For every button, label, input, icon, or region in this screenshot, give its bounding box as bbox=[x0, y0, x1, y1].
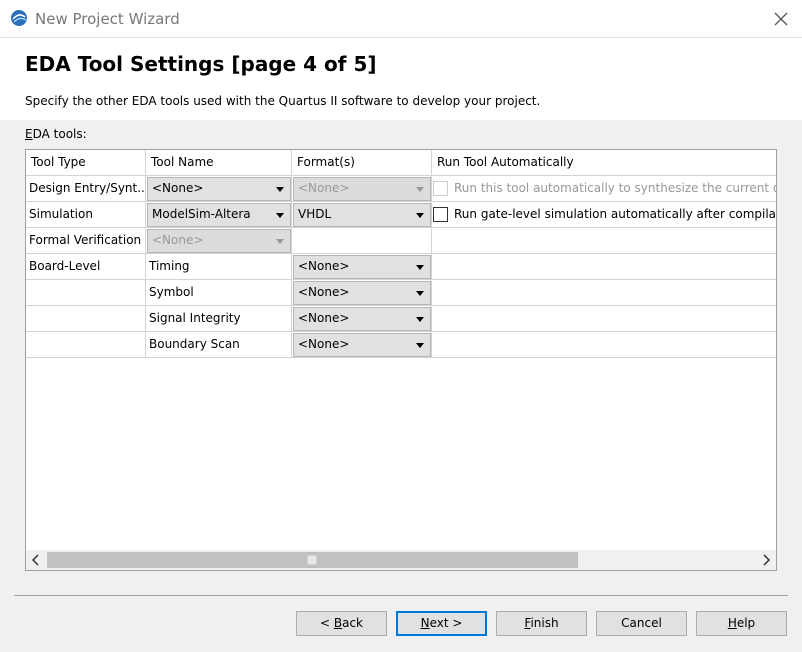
run-gate-level-simulation-label[interactable]: Run gate-level simulation automatically … bbox=[454, 207, 776, 221]
tool-name-dropdown[interactable]: <None> bbox=[147, 177, 291, 201]
scroll-right-icon[interactable] bbox=[756, 550, 776, 570]
table-row-tool-type: Board-Level bbox=[26, 254, 146, 280]
table-row-run-cell bbox=[432, 228, 776, 254]
table-row-tool-type bbox=[26, 306, 146, 332]
finish-button[interactable]: Finish bbox=[496, 611, 587, 636]
next-button[interactable]: Next > bbox=[396, 611, 487, 636]
next-button-post: ext > bbox=[429, 616, 463, 630]
format-dropdown: <None> bbox=[293, 177, 431, 201]
run-synthesis-label: Run this tool automatically to synthesiz… bbox=[454, 181, 777, 195]
dropdown-arrow-icon bbox=[416, 213, 424, 218]
dropdown-arrow-icon bbox=[276, 187, 284, 192]
page-title: EDA Tool Settings [page 4 of 5] bbox=[25, 52, 377, 76]
dropdown-arrow-icon bbox=[416, 265, 424, 270]
tool-name-value: <None> bbox=[152, 233, 204, 247]
help-button[interactable]: Help bbox=[696, 611, 787, 636]
format-value: <None> bbox=[298, 181, 350, 195]
dropdown-arrow-icon bbox=[276, 239, 284, 244]
column-header-formats[interactable]: Format(s) bbox=[292, 150, 432, 176]
table-row-tool-type: Design Entry/Synt... bbox=[26, 176, 146, 202]
table-row-tool-type bbox=[26, 280, 146, 306]
dropdown-arrow-icon bbox=[416, 187, 424, 192]
wizard-header: EDA Tool Settings [page 4 of 5] Specify … bbox=[0, 38, 802, 120]
format-value: <None> bbox=[298, 259, 350, 273]
help-button-post: elp bbox=[736, 616, 756, 630]
table-row-tool-type bbox=[26, 332, 146, 358]
tool-name-value: ModelSim-Altera bbox=[152, 207, 251, 221]
table-row-tool-name: Timing bbox=[146, 254, 292, 280]
scrollbar-thumb[interactable] bbox=[47, 552, 578, 568]
table-row-tool-name: Signal Integrity bbox=[146, 306, 292, 332]
page-description: Specify the other EDA tools used with th… bbox=[25, 94, 541, 108]
tool-name-value: <None> bbox=[152, 181, 204, 195]
table-row-run-cell bbox=[432, 306, 776, 332]
format-value: <None> bbox=[298, 311, 350, 325]
format-value: <None> bbox=[298, 337, 350, 351]
eda-label-rest: DA tools: bbox=[32, 127, 87, 141]
finish-button-post: inish bbox=[530, 616, 559, 630]
column-header-run-tool[interactable]: Run Tool Automatically bbox=[432, 150, 776, 176]
scrollbar-grip bbox=[307, 555, 317, 565]
next-button-accel: N bbox=[420, 616, 430, 630]
dropdown-arrow-icon bbox=[276, 213, 284, 218]
run-gate-level-simulation-checkbox[interactable] bbox=[433, 207, 448, 222]
close-icon[interactable] bbox=[770, 8, 792, 30]
format-dropdown[interactable]: VHDL bbox=[293, 203, 431, 227]
cancel-button-label: Cancel bbox=[621, 616, 662, 630]
footer-separator bbox=[14, 595, 788, 596]
dropdown-arrow-icon bbox=[416, 343, 424, 348]
scroll-left-icon[interactable] bbox=[26, 550, 46, 570]
back-button[interactable]: < Back bbox=[296, 611, 387, 636]
back-button-post: ack bbox=[342, 616, 363, 630]
back-button-pre: < bbox=[319, 616, 334, 630]
tool-name-dropdown: <None> bbox=[147, 229, 291, 253]
table-row-run-cell bbox=[432, 332, 776, 358]
help-button-accel: H bbox=[727, 616, 737, 630]
table-row-tool-type: Formal Verification bbox=[26, 228, 146, 254]
table-row-run-cell bbox=[432, 254, 776, 280]
cancel-button[interactable]: Cancel bbox=[596, 611, 687, 636]
table-row-tool-name: Boundary Scan bbox=[146, 332, 292, 358]
title-bar: New Project Wizard bbox=[0, 0, 802, 38]
quartus-app-icon bbox=[11, 10, 27, 26]
eda-tools-table[interactable]: Tool Type Tool Name Format(s) Run Tool A… bbox=[25, 149, 777, 571]
table-row-tool-type: Simulation bbox=[26, 202, 146, 228]
format-dropdown[interactable]: <None> bbox=[293, 255, 431, 279]
eda-label-accel: E bbox=[25, 127, 33, 141]
dropdown-arrow-icon bbox=[416, 291, 424, 296]
column-header-tool-type[interactable]: Tool Type bbox=[26, 150, 146, 176]
format-value: <None> bbox=[298, 285, 350, 299]
tool-name-dropdown[interactable]: ModelSim-Altera bbox=[147, 203, 291, 227]
format-value: VHDL bbox=[298, 207, 332, 221]
format-dropdown[interactable]: <None> bbox=[293, 307, 431, 331]
table-row-format-cell bbox=[292, 228, 432, 254]
eda-tools-label: EDA tools: bbox=[25, 127, 87, 141]
horizontal-scrollbar[interactable] bbox=[26, 550, 776, 570]
table-row-tool-name: Symbol bbox=[146, 280, 292, 306]
format-dropdown[interactable]: <None> bbox=[293, 281, 431, 305]
run-synthesis-checkbox bbox=[433, 181, 448, 196]
window-title: New Project Wizard bbox=[35, 10, 180, 28]
format-dropdown[interactable]: <None> bbox=[293, 333, 431, 357]
back-button-accel: B bbox=[333, 616, 343, 630]
dropdown-arrow-icon bbox=[416, 317, 424, 322]
column-header-tool-name[interactable]: Tool Name bbox=[146, 150, 292, 176]
table-row-run-cell bbox=[432, 280, 776, 306]
